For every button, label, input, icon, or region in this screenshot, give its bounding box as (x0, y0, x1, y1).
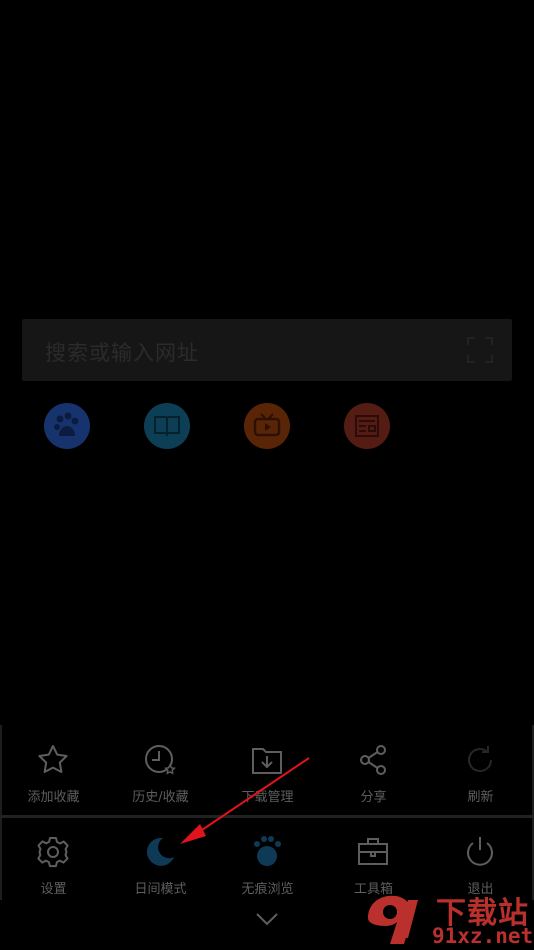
menu-item-downloads[interactable]: 下载管理 (214, 725, 321, 805)
menu-item-label: 下载管理 (241, 790, 294, 805)
menu-item-label: 日间模式 (134, 882, 187, 897)
refresh-icon (468, 746, 492, 772)
menu-item-incognito[interactable]: 无痕浏览 (214, 817, 321, 897)
tv-icon (253, 413, 281, 437)
menu-item-label: 添加收藏 (27, 790, 80, 805)
menu-item-label: 分享 (360, 790, 387, 805)
baidu-paw-icon (54, 412, 79, 436)
book-icon (154, 416, 180, 437)
clock-icon (145, 745, 176, 775)
menu-item-share[interactable]: 分享 (320, 725, 427, 805)
menu-item-settings[interactable]: 设置 (0, 817, 107, 897)
gear-icon (37, 837, 69, 868)
menu-item-day-mode[interactable]: 日间模式 (107, 817, 214, 897)
power-icon (467, 837, 493, 866)
quick-link-baidu[interactable] (44, 403, 90, 449)
menu-item-add-bookmark[interactable]: 添加收藏 (0, 725, 107, 805)
menu-item-label: 历史/收藏 (132, 790, 189, 805)
quick-link-book[interactable] (144, 403, 190, 449)
quick-link-news[interactable] (344, 403, 390, 449)
star-icon (38, 745, 68, 773)
watermark: 下载站 91xz.net (362, 888, 534, 950)
menu-item-exit[interactable]: 退出 (427, 817, 534, 897)
menu-item-history[interactable]: 历史/收藏 (107, 725, 214, 805)
menu-item-label: 设置 (40, 882, 67, 897)
paw-icon (254, 836, 281, 866)
menu-item-toolbox[interactable]: 工具箱 (320, 817, 427, 897)
chevron-down-icon[interactable] (255, 911, 279, 927)
toolbox-icon (358, 838, 388, 865)
news-icon (355, 415, 379, 437)
search-bar[interactable]: 搜索或输入网址 (22, 319, 512, 381)
watermark-text-en: 91xz.net (432, 924, 534, 948)
download-folder-icon (252, 748, 282, 774)
watermark-logo-icon (368, 895, 418, 944)
search-placeholder: 搜索或输入网址 (45, 341, 199, 365)
scan-icon[interactable] (466, 336, 494, 364)
menu-item-label: 刷新 (467, 790, 494, 805)
share-icon (360, 745, 386, 775)
moon-icon (146, 837, 174, 866)
menu-item-label: 无痕浏览 (241, 882, 294, 897)
quick-link-tv[interactable] (244, 403, 290, 449)
menu-item-refresh[interactable]: 刷新 (427, 725, 534, 805)
